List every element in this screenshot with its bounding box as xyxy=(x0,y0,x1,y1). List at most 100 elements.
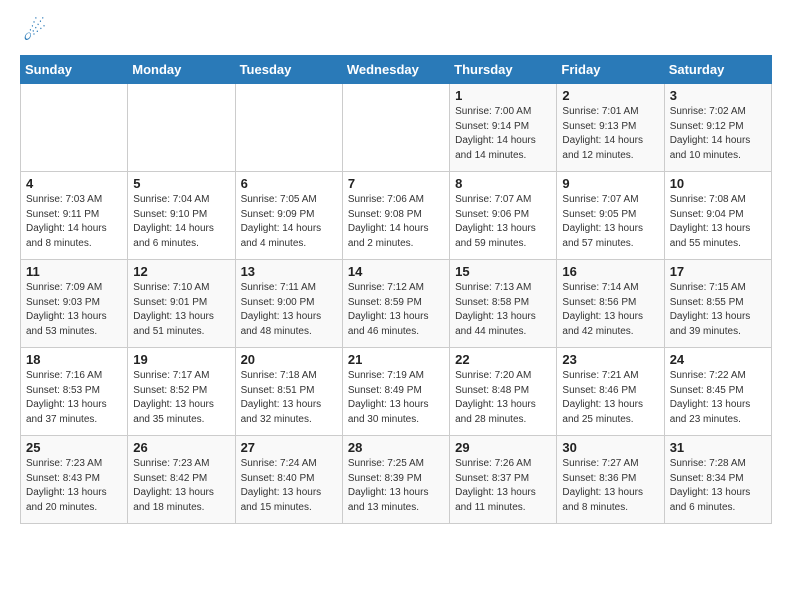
calendar-cell: 4 Sunrise: 7:03 AM Sunset: 9:11 PM Daylig… xyxy=(21,172,128,260)
day-number: 31 xyxy=(670,440,766,455)
calendar-cell: 19Sunrise: 7:17 AM Sunset: 8:52 PM Dayli… xyxy=(128,348,235,436)
calendar-cell: 6Sunrise: 7:05 AM Sunset: 9:09 PM Daylig… xyxy=(235,172,342,260)
day-info: Sunrise: 7:11 AM Sunset: 9:00 PM Dayligh… xyxy=(241,281,337,339)
day-number: 22 xyxy=(455,352,551,367)
calendar-header-saturday: Saturday xyxy=(664,56,771,84)
day-info: Sunrise: 7:24 AM Sunset: 8:40 PM Dayligh… xyxy=(241,457,337,515)
day-number: 26 xyxy=(133,440,229,455)
day-info: Sunrise: 7:03 AM Sunset: 9:11 PM Dayligh… xyxy=(26,193,122,251)
day-info: Sunrise: 7:04 AM Sunset: 9:10 PM Dayligh… xyxy=(133,193,229,251)
calendar-header-wednesday: Wednesday xyxy=(342,56,449,84)
day-number: 12 xyxy=(133,264,229,279)
day-number: 30 xyxy=(562,440,658,455)
calendar-cell: 5Sunrise: 7:04 AM Sunset: 9:10 PM Daylig… xyxy=(128,172,235,260)
calendar-cell: 21 Sunrise: 7:19 AM Sunset: 8:49 PM Dayli… xyxy=(342,348,449,436)
day-info: Sunrise: 7:26 AM Sunset: 8:37 PM Dayligh… xyxy=(455,457,551,515)
day-number: 24 xyxy=(670,352,766,367)
calendar-cell: 22 Sunrise: 7:20 AM Sunset: 8:48 PM Dayli… xyxy=(450,348,557,436)
calendar-cell: 28Sunrise: 7:25 AM Sunset: 8:39 PM Dayli… xyxy=(342,436,449,524)
day-info: Sunrise: 7:08 AM Sunset: 9:04 PM Dayligh… xyxy=(670,193,766,251)
logo: ☄ xyxy=(20,16,46,47)
calendar-cell: 8 Sunrise: 7:07 AM Sunset: 9:06 PM Daylig… xyxy=(450,172,557,260)
day-info: Sunrise: 7:20 AM Sunset: 8:48 PM Dayligh… xyxy=(455,369,551,427)
day-info: Sunrise: 7:27 AM Sunset: 8:36 PM Dayligh… xyxy=(562,457,658,515)
day-number: 11 xyxy=(26,264,122,279)
day-number: 14 xyxy=(348,264,444,279)
day-number: 18 xyxy=(26,352,122,367)
day-info: Sunrise: 7:21 AM Sunset: 8:46 PM Dayligh… xyxy=(562,369,658,427)
calendar-cell: 27Sunrise: 7:24 AM Sunset: 8:40 PM Dayli… xyxy=(235,436,342,524)
calendar-cell: 10 Sunrise: 7:08 AM Sunset: 9:04 PM Dayli… xyxy=(664,172,771,260)
calendar-header-sunday: Sunday xyxy=(21,56,128,84)
day-number: 20 xyxy=(241,352,337,367)
day-number: 16 xyxy=(562,264,658,279)
calendar-cell: 7 Sunrise: 7:06 AM Sunset: 9:08 PM Daylig… xyxy=(342,172,449,260)
day-info: Sunrise: 7:00 AM Sunset: 9:14 PM Dayligh… xyxy=(455,105,551,163)
calendar-cell: 3 Sunrise: 7:02 AM Sunset: 9:12 PM Daylig… xyxy=(664,84,771,172)
day-info: Sunrise: 7:23 AM Sunset: 8:42 PM Dayligh… xyxy=(133,457,229,515)
calendar-header-row: SundayMondayTuesdayWednesdayThursdayFrid… xyxy=(21,56,772,84)
day-number: 8 xyxy=(455,176,551,191)
day-info: Sunrise: 7:01 AM Sunset: 9:13 PM Dayligh… xyxy=(562,105,658,163)
day-number: 6 xyxy=(241,176,337,191)
calendar-cell: 16 Sunrise: 7:14 AM Sunset: 8:56 PM Dayli… xyxy=(557,260,664,348)
calendar-week-row: 1 Sunrise: 7:00 AM Sunset: 9:14 PM Daylig… xyxy=(21,84,772,172)
calendar-week-row: 11 Sunrise: 7:09 AM Sunset: 9:03 PM Dayli… xyxy=(21,260,772,348)
calendar-cell: 9Sunrise: 7:07 AM Sunset: 9:05 PM Daylig… xyxy=(557,172,664,260)
day-info: Sunrise: 7:17 AM Sunset: 8:52 PM Dayligh… xyxy=(133,369,229,427)
day-number: 10 xyxy=(670,176,766,191)
calendar-cell xyxy=(128,84,235,172)
day-number: 15 xyxy=(455,264,551,279)
calendar-header-monday: Monday xyxy=(128,56,235,84)
day-info: Sunrise: 7:18 AM Sunset: 8:51 PM Dayligh… xyxy=(241,369,337,427)
day-number: 29 xyxy=(455,440,551,455)
day-info: Sunrise: 7:07 AM Sunset: 9:05 PM Dayligh… xyxy=(562,193,658,251)
day-info: Sunrise: 7:02 AM Sunset: 9:12 PM Dayligh… xyxy=(670,105,766,163)
day-info: Sunrise: 7:06 AM Sunset: 9:08 PM Dayligh… xyxy=(348,193,444,251)
day-info: Sunrise: 7:10 AM Sunset: 9:01 PM Dayligh… xyxy=(133,281,229,339)
calendar-cell: 30 Sunrise: 7:27 AM Sunset: 8:36 PM Dayli… xyxy=(557,436,664,524)
calendar-cell: 24Sunrise: 7:22 AM Sunset: 8:45 PM Dayli… xyxy=(664,348,771,436)
day-number: 3 xyxy=(670,88,766,103)
calendar-week-row: 25 Sunrise: 7:23 AM Sunset: 8:43 PM Dayli… xyxy=(21,436,772,524)
day-info: Sunrise: 7:19 AM Sunset: 8:49 PM Dayligh… xyxy=(348,369,444,427)
day-info: Sunrise: 7:16 AM Sunset: 8:53 PM Dayligh… xyxy=(26,369,122,427)
calendar-cell: 29 Sunrise: 7:26 AM Sunset: 8:37 PM Dayli… xyxy=(450,436,557,524)
day-number: 7 xyxy=(348,176,444,191)
calendar-cell xyxy=(235,84,342,172)
calendar-header-friday: Friday xyxy=(557,56,664,84)
day-info: Sunrise: 7:07 AM Sunset: 9:06 PM Dayligh… xyxy=(455,193,551,251)
page: ☄ SundayMondayTuesdayWednesdayThursdayFr… xyxy=(0,0,792,540)
day-number: 1 xyxy=(455,88,551,103)
calendar-cell: 23 Sunrise: 7:21 AM Sunset: 8:46 PM Dayli… xyxy=(557,348,664,436)
day-number: 23 xyxy=(562,352,658,367)
calendar-cell: 25 Sunrise: 7:23 AM Sunset: 8:43 PM Dayli… xyxy=(21,436,128,524)
day-number: 21 xyxy=(348,352,444,367)
day-info: Sunrise: 7:23 AM Sunset: 8:43 PM Dayligh… xyxy=(26,457,122,515)
calendar-cell: 2 Sunrise: 7:01 AM Sunset: 9:13 PM Daylig… xyxy=(557,84,664,172)
day-info: Sunrise: 7:14 AM Sunset: 8:56 PM Dayligh… xyxy=(562,281,658,339)
day-info: Sunrise: 7:15 AM Sunset: 8:55 PM Dayligh… xyxy=(670,281,766,339)
day-number: 17 xyxy=(670,264,766,279)
calendar-cell xyxy=(21,84,128,172)
calendar-cell: 17 Sunrise: 7:15 AM Sunset: 8:55 PM Dayli… xyxy=(664,260,771,348)
header: ☄ xyxy=(20,16,772,47)
calendar-week-row: 18 Sunrise: 7:16 AM Sunset: 8:53 PM Dayli… xyxy=(21,348,772,436)
calendar-cell: 11 Sunrise: 7:09 AM Sunset: 9:03 PM Dayli… xyxy=(21,260,128,348)
calendar-cell: 26 Sunrise: 7:23 AM Sunset: 8:42 PM Dayli… xyxy=(128,436,235,524)
calendar-cell: 12 Sunrise: 7:10 AM Sunset: 9:01 PM Dayli… xyxy=(128,260,235,348)
calendar-cell: 18 Sunrise: 7:16 AM Sunset: 8:53 PM Dayli… xyxy=(21,348,128,436)
day-number: 4 xyxy=(26,176,122,191)
calendar-cell: 14 Sunrise: 7:12 AM Sunset: 8:59 PM Dayli… xyxy=(342,260,449,348)
day-number: 25 xyxy=(26,440,122,455)
day-info: Sunrise: 7:12 AM Sunset: 8:59 PM Dayligh… xyxy=(348,281,444,339)
day-number: 28 xyxy=(348,440,444,455)
calendar-cell: 1 Sunrise: 7:00 AM Sunset: 9:14 PM Daylig… xyxy=(450,84,557,172)
day-number: 2 xyxy=(562,88,658,103)
day-info: Sunrise: 7:13 AM Sunset: 8:58 PM Dayligh… xyxy=(455,281,551,339)
calendar-cell xyxy=(342,84,449,172)
calendar-cell: 31Sunrise: 7:28 AM Sunset: 8:34 PM Dayli… xyxy=(664,436,771,524)
day-number: 13 xyxy=(241,264,337,279)
day-info: Sunrise: 7:09 AM Sunset: 9:03 PM Dayligh… xyxy=(26,281,122,339)
calendar-week-row: 4 Sunrise: 7:03 AM Sunset: 9:11 PM Daylig… xyxy=(21,172,772,260)
